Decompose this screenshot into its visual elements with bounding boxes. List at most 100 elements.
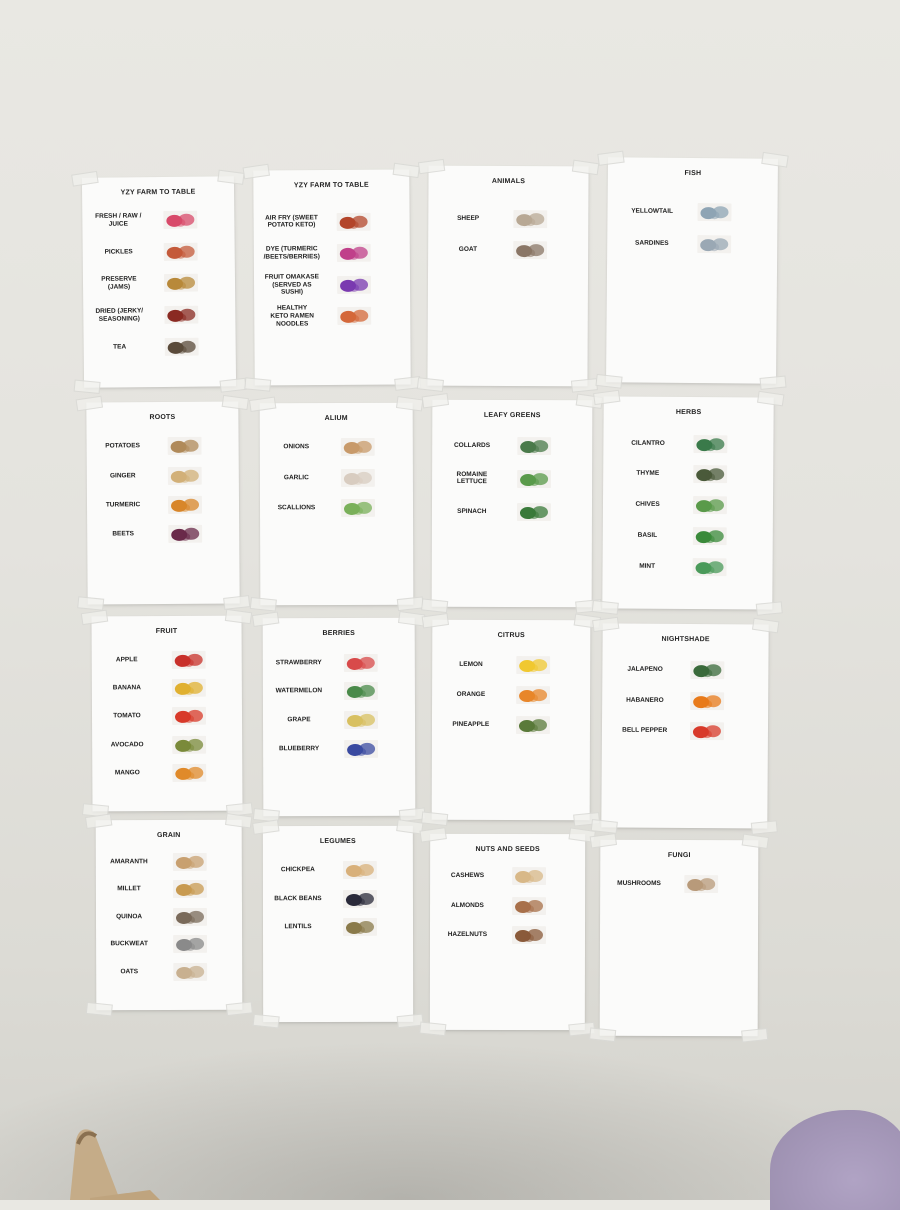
basil-image: [692, 526, 727, 546]
category-item: POTATOES: [87, 435, 239, 458]
romaine-image: [516, 469, 551, 488]
watermelon-image: [343, 682, 378, 701]
turmeric-image: [167, 495, 202, 514]
item-label: CHIVES: [635, 500, 660, 509]
item-label: STRAWBERRY: [275, 658, 322, 666]
category-item: COLLARDS: [432, 434, 592, 457]
category-item: SPINACH: [432, 500, 592, 523]
category-item: AMARANTH: [96, 851, 242, 874]
almonds-image: [512, 896, 547, 915]
sardines-image: [697, 234, 732, 253]
category-sheet: BERRIES STRAWBERRY WATERMELON GRAPE BLUEB…: [251, 611, 426, 823]
category-item: WATERMELON: [263, 680, 415, 703]
black-beans-image: [342, 889, 377, 908]
millet-image: [173, 880, 208, 899]
item-label: BANANA: [112, 684, 141, 692]
category-item: DRIED (JERKY/ SEASONING): [83, 303, 235, 327]
item-label: CASHEWS: [450, 872, 485, 880]
item-label: MILLET: [117, 885, 141, 893]
tape-strip: [71, 170, 99, 187]
category-sheet: GRAIN AMARANTH MILLET QUINOA BUCKWEAT OAT…: [84, 813, 253, 1017]
sheet-title: YZY FARM TO TABLE: [293, 181, 369, 190]
item-label: BASIL: [637, 531, 658, 539]
ramen-packs-image: [336, 307, 372, 326]
category-sheet: HERBS CILANTRO THYME CHIVES BASIL MINT: [591, 389, 785, 616]
item-label: POTATOES: [105, 442, 140, 450]
category-item: ORANGE: [432, 684, 590, 707]
category-item: ROMAINE LETTUCE: [432, 467, 592, 490]
category-item: BASIL: [603, 524, 773, 547]
chickpea-image: [342, 861, 377, 880]
item-label: AVOCADO: [110, 740, 144, 749]
category-item: GARLIC: [260, 466, 413, 489]
category-item: MILLET: [96, 878, 242, 901]
tape-strip: [589, 833, 618, 849]
tape-strip: [417, 158, 446, 175]
category-item: CASHEWS: [430, 865, 585, 887]
pineapple-image: [515, 716, 550, 735]
category-item: BANANA: [92, 677, 242, 700]
sheet-title: ALIUM: [324, 414, 348, 423]
jalapeno-image: [690, 660, 725, 680]
category-item: SHEEP: [428, 207, 588, 230]
category-item: FRESH / RAW / JUICE: [82, 208, 234, 232]
item-label: BEETS: [112, 530, 135, 538]
item-label: HABANERO: [626, 696, 664, 704]
tape-strip: [597, 150, 625, 166]
bottles-image: [162, 210, 197, 230]
banana-image: [171, 678, 206, 698]
onions-image: [340, 438, 375, 457]
category-sheet: ALIUM ONIONS GARLIC SCALLIONS: [248, 396, 424, 612]
amaranth-image: [173, 852, 208, 871]
tape-strip: [224, 813, 253, 829]
category-item: DYE (TURMERIC /BEETS/BERRIES): [254, 242, 410, 265]
tape-strip: [221, 394, 249, 411]
item-label: TOMATO: [113, 712, 141, 720]
tape-strip: [80, 609, 109, 626]
lemon-image: [515, 656, 550, 675]
category-sheet: ROOTS POTATOES GINGER TURMERIC BEETS: [75, 394, 251, 611]
scallions-image: [341, 498, 376, 518]
category-item: MUSHROOMS: [600, 873, 758, 896]
tape-strip: [756, 390, 785, 407]
item-label: TURMERIC: [105, 501, 141, 509]
tape-strip: [421, 598, 449, 614]
tape-strip: [396, 596, 424, 612]
blueberry-image: [343, 739, 378, 758]
chives-image: [693, 496, 728, 515]
item-label: ROMAINE LETTUCE: [456, 470, 488, 486]
item-label: BELL PEPPER: [622, 726, 668, 735]
item-label: COLLARDS: [453, 441, 491, 449]
sheet-title: NUTS AND SEEDS: [475, 845, 540, 854]
item-label: APPLE: [115, 656, 138, 664]
sheet-title: LEGUMES: [319, 837, 356, 846]
item-label: SHEEP: [457, 214, 480, 222]
tape-strip: [589, 1027, 617, 1043]
tape-strip: [751, 617, 780, 634]
item-label: CILANTRO: [631, 439, 665, 447]
tape-strip: [741, 1027, 769, 1043]
sheep-image: [513, 209, 548, 229]
category-item: THYME: [603, 463, 773, 486]
category-item: AIR FRY (SWEET POTATO KETO): [254, 210, 410, 233]
mint-image: [692, 557, 727, 576]
sheet-title: FRUIT: [155, 627, 178, 636]
sheet-title: LEAFY GREENS: [483, 411, 541, 420]
item-label: CHICKPEA: [280, 866, 315, 874]
tape-strip: [224, 608, 253, 625]
category-item: QUINOA: [96, 906, 242, 929]
yellowtail-image: [697, 203, 732, 222]
buckwheat-image: [173, 935, 208, 954]
item-label: GOAT: [458, 245, 478, 253]
item-label: ORANGE: [456, 690, 486, 699]
mushrooms-image: [683, 875, 718, 894]
sheet-title: FUNGI: [667, 851, 691, 860]
ginger-image: [167, 466, 202, 485]
item-label: MANGO: [114, 769, 140, 777]
item-label: BLACK BEANS: [274, 894, 322, 902]
dye-image: [336, 243, 371, 263]
item-label: GARLIC: [283, 473, 309, 482]
item-label: SARDINES: [635, 239, 669, 247]
category-item: LEMON: [432, 654, 590, 677]
tape-strip: [251, 611, 280, 628]
